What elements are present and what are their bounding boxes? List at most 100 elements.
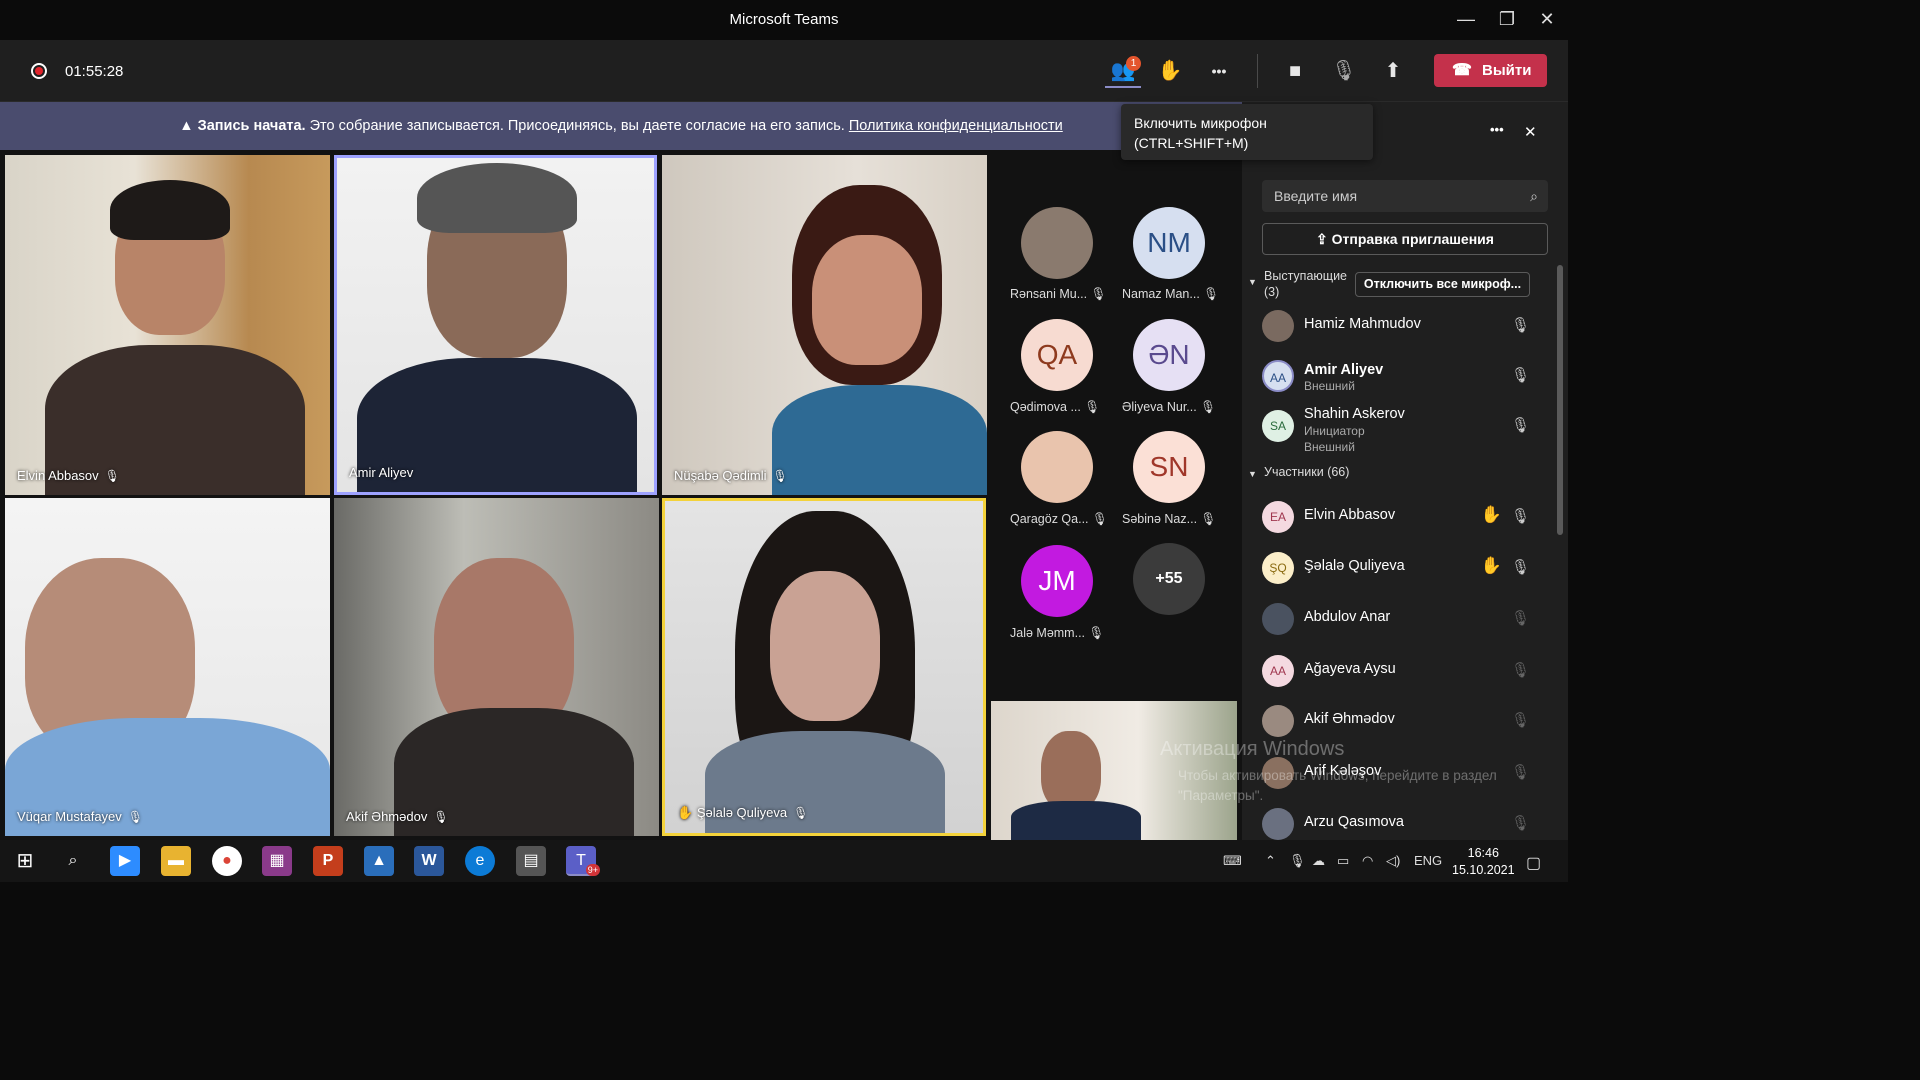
title-bar: Microsoft Teams — ❐ ✕ [0, 0, 1568, 40]
video-tile[interactable]: Vüqar Mustafayev 🎙 [5, 498, 330, 836]
participant-name: Elvin Abbasov [1304, 507, 1396, 523]
activation-watermark-text: Чтобы активировать Windows, перейдите в … [1178, 768, 1497, 803]
raised-hand-icon: ✋ [1480, 556, 1502, 575]
participant-row[interactable]: AA Ağayeva Aysu 🎙 [1260, 649, 1550, 693]
search-icon[interactable]: ⌕ [58, 846, 88, 876]
participant-avatar[interactable] [1021, 431, 1093, 503]
panel-scrollbar[interactable] [1557, 265, 1563, 535]
wifi-icon[interactable]: ◠ [1362, 853, 1373, 869]
participant-role: Внешний [1304, 379, 1355, 393]
participant-name: Arzu Qasımova [1304, 814, 1404, 830]
mic-icon: 🎙 [433, 810, 449, 824]
avatar: AA [1262, 655, 1294, 687]
participant-row[interactable]: EA Elvin Abbasov ✋ 🎙 [1260, 495, 1550, 539]
participant-row[interactable]: ŞQ Şəlalə Quliyeva ✋ 🎙 [1260, 546, 1550, 590]
language-indicator[interactable]: ENG [1414, 853, 1442, 868]
keyboard-icon[interactable]: ⌨ [1223, 853, 1242, 869]
participant-row[interactable]: Abdulov Anar 🎙 [1260, 597, 1550, 641]
presenter-row[interactable]: AA Amir Aliyev Внешний 🎙 [1260, 354, 1550, 398]
zoom-icon[interactable]: ▶ [110, 846, 140, 876]
powerpoint-icon[interactable]: P [313, 846, 343, 876]
avatar [1262, 603, 1294, 635]
banner-title: Запись начата. [197, 118, 306, 134]
avatar: AA [1262, 360, 1294, 392]
video-tile[interactable]: Elvin Abbasov 🎙 [5, 155, 330, 495]
maximize-button[interactable]: ❐ [1485, 6, 1529, 32]
invite-button[interactable]: ⇪ Отправка приглашения [1262, 223, 1548, 255]
phone-hangup-icon: ☎ [1452, 62, 1472, 79]
tile-name: Akif Əhmədov 🎙 [346, 809, 449, 824]
participant-avatar[interactable]: NM [1133, 207, 1205, 279]
mute-all-button[interactable]: Отключить все микроф... [1355, 272, 1530, 297]
notifications-icon[interactable]: ▢ [1526, 853, 1541, 873]
privacy-link[interactable]: Политика конфиденциальности [849, 118, 1063, 134]
mic-icon: 🎙 [127, 810, 144, 824]
tile-name: ✋ Şəlalə Quliyeva 🎙 [677, 805, 809, 820]
mic-icon[interactable]: 🎙 [1289, 853, 1306, 869]
clock[interactable]: 16:46 15.10.2021 [1452, 845, 1515, 879]
video-tile-active-speaker[interactable]: Amir Aliyev [334, 155, 657, 495]
participants-badge: 1 [1126, 56, 1141, 71]
mic-off-icon: 🎙 [1510, 815, 1530, 832]
participant-row[interactable]: Akif Əhmədov 🎙 [1260, 699, 1550, 743]
mic-off-icon: 🎙 [1510, 610, 1530, 627]
hand-icon: ✋ [1157, 60, 1183, 82]
participant-avatar[interactable]: JM [1021, 545, 1093, 617]
raised-hand-icon: ✋ [677, 805, 694, 820]
video-tile-hand-raised[interactable]: ✋ Şəlalə Quliyeva 🎙 [662, 498, 986, 836]
presenter-row[interactable]: SA Shahin Askerov Инициатор Внешний 🎙 [1260, 404, 1550, 454]
toolbar-divider [1257, 54, 1258, 88]
participant-avatar[interactable] [1021, 207, 1093, 279]
chevron-up-icon[interactable]: ⌃ [1265, 853, 1276, 869]
calculator-icon[interactable]: ▤ [516, 846, 546, 876]
participant-avatar[interactable]: ƏN [1133, 319, 1205, 391]
mic-muted-icon: 🎙 [1510, 317, 1530, 334]
warning-icon: ▲ [179, 118, 194, 134]
share-button[interactable]: ⬆ [1375, 54, 1411, 88]
presenters-count: (3) [1264, 285, 1280, 299]
volume-icon[interactable]: ◁) [1386, 853, 1400, 869]
tile-name: Elvin Abbasov 🎙 [17, 468, 120, 483]
avatar: EA [1262, 501, 1294, 533]
video-tile[interactable]: Akif Əhmədov 🎙 [334, 498, 659, 836]
start-button[interactable]: ⊞ [10, 846, 40, 876]
window-title: Microsoft Teams [729, 11, 839, 28]
reactions-button[interactable]: ✋ [1152, 54, 1188, 88]
teams-icon[interactable]: T 9+ [566, 846, 600, 876]
photos-icon[interactable]: ▲ [364, 846, 394, 876]
minimize-button[interactable]: — [1444, 6, 1488, 32]
taskbar: ⊞ ⌕ ▶ ▬ ● ▦ P ▲ W e ▤ T 9+ ⌨ ⌃ 🎙 ☁ ▭ ◠ ◁)… [0, 840, 1568, 882]
avatar-name: Qədimova ... 🎙 [1010, 400, 1101, 414]
participant-avatar[interactable]: SN [1133, 431, 1205, 503]
panel-more-button[interactable]: ••• [1490, 122, 1504, 137]
participants-label: Участники (66) [1264, 465, 1350, 479]
video-stage: Elvin Abbasov 🎙 Amir Aliyev Nüşabə Qədiml… [0, 150, 1242, 840]
avatar [1262, 310, 1294, 342]
search-input[interactable]: Введите имя ⌕ [1262, 180, 1548, 212]
more-actions-button[interactable]: ••• [1201, 54, 1237, 88]
presenter-row[interactable]: Hamiz Mahmudov 🎙 [1260, 304, 1550, 348]
mic-button[interactable]: 🎙 [1326, 54, 1362, 88]
more-participants-button[interactable]: +55 [1133, 543, 1205, 615]
tile-name: Vüqar Mustafayev 🎙 [17, 809, 144, 824]
camera-button[interactable]: ■ [1277, 54, 1313, 88]
panel-close-button[interactable]: ✕ [1524, 123, 1537, 141]
video-tile[interactable]: Nüşabə Qədimli 🎙 [662, 155, 987, 495]
cloud-icon[interactable]: ☁ [1312, 853, 1325, 869]
folder-icon[interactable]: ▬ [161, 846, 191, 876]
close-window-button[interactable]: ✕ [1525, 6, 1569, 32]
chrome-icon[interactable]: ● [212, 846, 242, 876]
word-icon[interactable]: W [414, 846, 444, 876]
chevron-down-icon[interactable]: ▼ [1248, 277, 1257, 287]
participant-avatar[interactable]: QA [1021, 319, 1093, 391]
winrar-icon[interactable]: ▦ [262, 846, 292, 876]
leave-button[interactable]: ☎ Выйти [1434, 54, 1547, 87]
edge-icon[interactable]: e [465, 846, 495, 876]
participants-button[interactable]: 👥 1 [1105, 54, 1141, 88]
battery-icon[interactable]: ▭ [1337, 853, 1349, 869]
chevron-down-icon[interactable]: ▼ [1248, 469, 1257, 479]
search-icon: ⌕ [1530, 188, 1538, 204]
share-link-icon: ⇪ [1316, 231, 1328, 247]
avatar [1262, 808, 1294, 840]
mic-icon: 🎙 [1510, 367, 1530, 384]
